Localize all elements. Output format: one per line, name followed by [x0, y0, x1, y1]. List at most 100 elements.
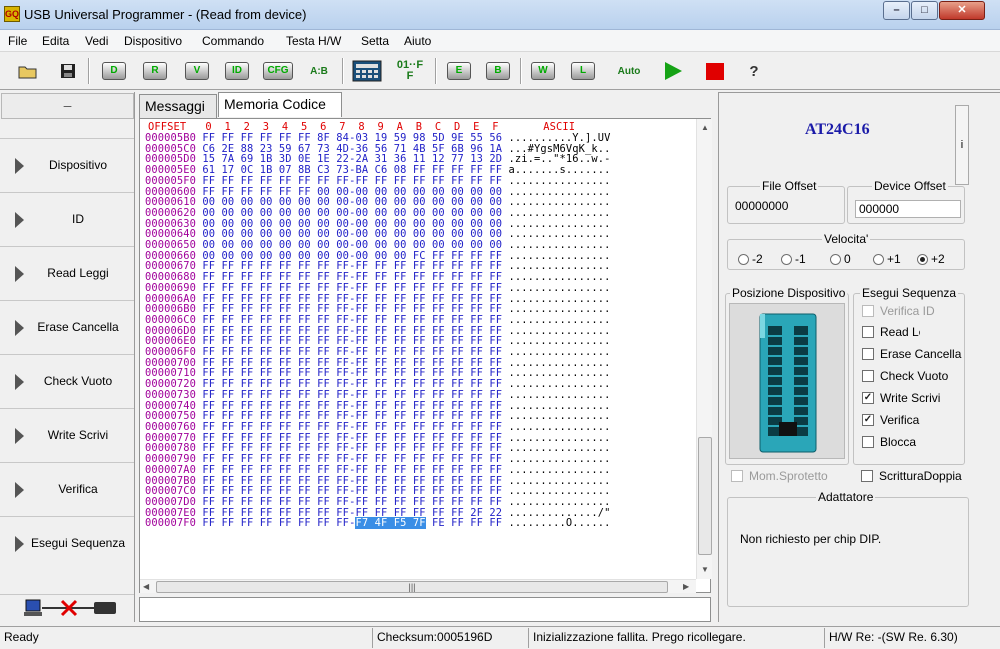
hex-offset: 000007F0 [145, 517, 197, 530]
play-button[interactable] [658, 57, 688, 85]
left-item-esegui-sequenza[interactable]: Esegui Sequenza [0, 516, 134, 570]
status-message: Inizializzazione fallita. Prego ricolleg… [533, 630, 746, 644]
menu-aiuto[interactable]: Aiuto [404, 34, 431, 48]
write-button[interactable]: W [526, 57, 560, 85]
menu-commando[interactable]: Commando [202, 34, 264, 48]
scroll-right-icon[interactable]: ▶ [683, 582, 689, 591]
verify-button[interactable]: V [180, 57, 214, 85]
save-button[interactable] [56, 57, 80, 85]
horizontal-scroll-thumb[interactable]: ||| [156, 581, 668, 593]
device-offset-group: Device Offset 000000 [847, 179, 965, 224]
auto-button[interactable]: Auto [611, 57, 647, 85]
menu-file[interactable]: File [8, 34, 27, 48]
id-button[interactable]: ID [220, 57, 254, 85]
toolbar-separator [88, 58, 90, 84]
hex-selection[interactable]: F7 4F F5 7F [355, 517, 426, 530]
close-button[interactable]: ✕ [939, 1, 985, 20]
scrittura-doppia-checkbox[interactable]: ScritturaDoppia [861, 469, 962, 483]
radio-label: +1 [887, 252, 901, 266]
menu-testa-hw[interactable]: Testa H/W [286, 34, 341, 48]
speed-radio-0[interactable]: 0 [830, 252, 851, 266]
device-button[interactable]: D [97, 57, 131, 85]
left-item-verifica[interactable]: Verifica [0, 462, 134, 516]
scroll-left-icon[interactable]: ◀ [143, 582, 149, 591]
mom-sprotetto-checkbox[interactable]: Mom.Sprotetto [731, 469, 828, 483]
seq-check-vuoto[interactable]: Check Vuoto [862, 369, 964, 383]
read-icon: R [143, 62, 167, 80]
status-separator [528, 628, 529, 648]
calculator-button[interactable] [350, 57, 384, 85]
connection-status [0, 594, 134, 622]
hex-bytes[interactable]: F7 4F F5 7F FE FF FF FF [355, 517, 502, 530]
swap-button[interactable]: A:B [302, 57, 336, 85]
status-hw: H/W Re: -(SW Re. 6.30) [829, 630, 958, 644]
left-item-label: Verifica [58, 482, 98, 496]
speed-radio-p2[interactable]: +2 [917, 252, 945, 266]
device-offset-field[interactable]: 000000 [855, 200, 961, 218]
command-input[interactable] [139, 597, 711, 622]
hex-rows[interactable]: 000005B0 FF FF FF FF FF FF 8F 84-03 19 5… [145, 133, 611, 530]
checkbox-icon [862, 326, 874, 338]
left-item-id[interactable]: ID [0, 192, 134, 246]
seq-write[interactable]: ✓ Write Scrivi [862, 391, 964, 405]
adapter-text: Non richiesto per chip DIP. [740, 532, 882, 546]
vertical-scrollbar[interactable]: ▲ ▼ [696, 119, 712, 579]
fill-ff-icon: 01··FF [396, 59, 424, 82]
file-offset-label: File Offset [760, 179, 819, 193]
menu-setta[interactable]: Setta [361, 34, 389, 48]
left-item-erase[interactable]: Erase Cancella [0, 300, 134, 354]
left-item-label: Write Scrivi [47, 428, 109, 442]
hex-bytes[interactable]: FF FF FF FF FF FF FF FF [202, 517, 349, 529]
fill-button[interactable]: 01··FF [390, 57, 430, 85]
vertical-scroll-thumb[interactable] [698, 437, 712, 555]
write-icon: W [531, 62, 555, 80]
hex-editor[interactable]: OFFSET 0 1 2 3 4 5 6 7 8 9 A B C D E F A… [139, 118, 712, 593]
arrow-right-icon [15, 428, 24, 444]
checkbox-icon [861, 470, 873, 482]
seq-read[interactable]: Read Leggi [862, 325, 920, 339]
radio-icon [781, 253, 792, 265]
checkbox-label: Write Scrivi [880, 391, 941, 405]
seq-verifica-id[interactable]: Verifica ID [862, 304, 962, 318]
menu-dispositivo[interactable]: Dispositivo [124, 34, 182, 48]
config-button[interactable]: CFG [260, 57, 296, 85]
left-item-label: Check Vuoto [43, 374, 113, 388]
menu-edita[interactable]: Edita [42, 34, 69, 48]
blank-check-button[interactable]: B [481, 57, 515, 85]
disconnected-icon [24, 599, 116, 617]
file-offset-value: 00000000 [735, 199, 789, 213]
erase-button[interactable]: E [442, 57, 476, 85]
menu-vedi[interactable]: Vedi [85, 34, 108, 48]
hex-row[interactable]: 000007F0 FF FF FF FF FF FF FF FF-F7 4F F… [145, 517, 611, 530]
seq-verifica[interactable]: ✓ Verifica [862, 413, 964, 427]
tab-memoria-codice[interactable]: Memoria Codice [218, 92, 342, 117]
speed-radio-m2[interactable]: -2 [738, 252, 763, 266]
left-item-label: Esegui Sequenza [30, 536, 126, 550]
help-icon: ? [749, 62, 759, 80]
left-panel-header[interactable]: – [1, 93, 134, 119]
minimize-button[interactable]: – [883, 1, 910, 20]
horizontal-scrollbar[interactable]: ◀ ||| ▶ [140, 579, 696, 593]
lock-button[interactable]: L [566, 57, 600, 85]
maximize-button[interactable]: □ [911, 1, 938, 20]
read-button[interactable]: R [138, 57, 172, 85]
left-item-read[interactable]: Read Leggi [0, 246, 134, 300]
left-item-dispositivo[interactable]: Dispositivo [0, 138, 134, 192]
scroll-down-icon[interactable]: ▼ [701, 565, 709, 574]
toolbar-separator [435, 58, 437, 84]
speed-radio-m1[interactable]: -1 [781, 252, 806, 266]
stop-button[interactable] [700, 57, 730, 85]
radio-label: +2 [931, 252, 945, 266]
left-item-write[interactable]: Write Scrivi [0, 408, 134, 462]
tab-messaggi[interactable]: Messaggi [139, 94, 217, 118]
seq-erase[interactable]: Erase Cancella [862, 347, 964, 361]
open-button[interactable] [16, 57, 40, 85]
left-item-check-vuoto[interactable]: Check Vuoto [0, 354, 134, 408]
help-button[interactable]: ? [742, 57, 766, 85]
checkbox-label: Blocca [880, 435, 917, 449]
speed-radio-p1[interactable]: +1 [873, 252, 901, 266]
info-button[interactable]: i [955, 105, 969, 185]
seq-blocca[interactable]: Blocca [862, 435, 964, 449]
scroll-up-icon[interactable]: ▲ [701, 123, 709, 132]
save-icon [61, 64, 75, 78]
